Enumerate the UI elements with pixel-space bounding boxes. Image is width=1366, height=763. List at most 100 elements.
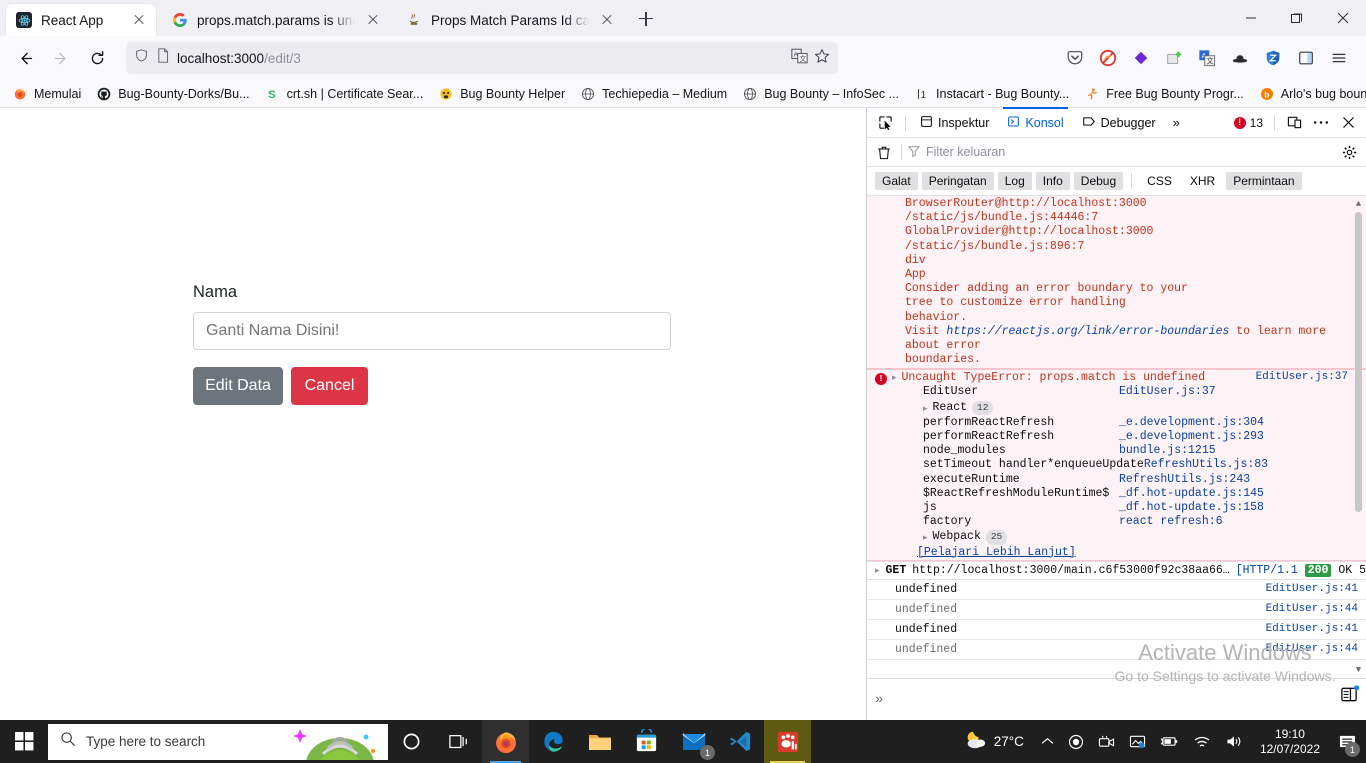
volume-icon[interactable] — [1218, 720, 1250, 763]
weather-widget[interactable]: 27°C — [957, 729, 1034, 754]
menu-icon[interactable] — [1324, 43, 1354, 73]
bookmark-item[interactable]: Free Bug Bounty Progr... — [1078, 84, 1250, 104]
console-log-row[interactable]: undefined EditUser.js:41 — [867, 620, 1366, 640]
star-icon[interactable] — [814, 48, 830, 69]
bookmark-item[interactable]: 1 Instacart - Bug Bounty... — [908, 84, 1075, 104]
log-source-link[interactable]: EditUser.js:44 — [1266, 643, 1358, 655]
stack-frame-loc[interactable]: _e.development.js:304 — [1119, 416, 1264, 430]
stack-frame-loc[interactable]: RefreshUtils.js:83 — [1144, 458, 1268, 472]
stack-frame-loc[interactable]: _e.development.js:293 — [1119, 430, 1264, 444]
stack-frame-loc[interactable]: _df.hot-update.js:158 — [1119, 501, 1264, 515]
stack-group-webpack[interactable]: ▸ Webpack 25 — [923, 529, 1348, 545]
firefox-taskbar-icon[interactable] — [482, 720, 529, 763]
learn-more-link[interactable]: [Pelajari Lebih Lanjut] — [917, 546, 1076, 559]
filter-permintaan[interactable]: Permintaan — [1226, 172, 1302, 190]
browser-tab-2[interactable]: Props Match Params Id can't be — [396, 4, 624, 36]
notification-icon[interactable]: 1 — [1330, 720, 1364, 763]
expand-twisty-icon[interactable]: ▸ — [923, 531, 928, 545]
screenshot-icon[interactable] — [1122, 720, 1153, 763]
bookmark-item[interactable]: Scrt.sh | Certificate Sear... — [259, 84, 430, 104]
error-count-badge[interactable]: ! 13 — [1230, 116, 1267, 130]
stack-frame-loc[interactable]: RefreshUtils.js:243 — [1119, 473, 1250, 487]
close-icon[interactable] — [364, 11, 382, 29]
new-tab-button[interactable] — [630, 4, 662, 34]
tab-konsol[interactable]: Konsol — [999, 107, 1071, 137]
more-tabs-button[interactable]: » — [1166, 115, 1187, 130]
filter-galat[interactable]: Galat — [875, 172, 918, 190]
hat-icon[interactable] — [1225, 43, 1255, 73]
console-warning-message[interactable]: BrowserRouter@http://localhost:3000 /sta… — [867, 196, 1366, 370]
close-icon[interactable] — [598, 11, 616, 29]
restore-icon[interactable] — [1274, 0, 1320, 36]
show-hidden-icons-chevron[interactable] — [1034, 720, 1061, 763]
app-taskbar-icon[interactable] — [764, 720, 811, 763]
tab-debugger[interactable]: Debugger — [1074, 108, 1164, 137]
stack-frame[interactable]: performReactRefresh _e.development.js:304 — [923, 416, 1348, 430]
bookmark-item[interactable]: Bug-Bounty-Dorks/Bu... — [90, 84, 255, 104]
close-icon[interactable] — [130, 11, 148, 29]
camera-icon[interactable] — [1091, 720, 1122, 763]
purple-diamond-icon[interactable] — [1126, 43, 1156, 73]
filter-peringatan[interactable]: Peringatan — [921, 172, 994, 190]
expand-twisty-icon[interactable]: ▸ — [923, 402, 928, 416]
filter-css[interactable]: CSS — [1140, 172, 1179, 190]
console-log-row[interactable]: undefined EditUser.js:44 — [867, 640, 1366, 660]
edit-data-button[interactable]: Edit Data — [193, 367, 283, 405]
battery-icon[interactable] — [1153, 720, 1186, 763]
bookmark-item[interactable]: Techiepedia – Medium — [574, 84, 733, 104]
stack-frame-loc[interactable]: _df.hot-update.js:145 — [1119, 487, 1264, 501]
stack-group-react[interactable]: ▸ React 12 — [923, 400, 1348, 416]
reload-icon[interactable] — [80, 42, 114, 74]
console-output[interactable]: BrowserRouter@http://localhost:3000 /sta… — [867, 196, 1366, 678]
scrollbar-thumb[interactable] — [1355, 212, 1362, 512]
cancel-button[interactable]: Cancel — [291, 367, 368, 405]
sidebar-icon[interactable] — [1291, 43, 1321, 73]
console-error-message[interactable]: ! ▸ Uncaught TypeError: props.match is u… — [867, 369, 1366, 561]
back-arrow-icon[interactable] — [8, 42, 42, 74]
log-source-link[interactable]: EditUser.js:41 — [1266, 583, 1358, 595]
shield-icon[interactable] — [134, 48, 149, 68]
console-log-row[interactable]: undefined EditUser.js:41 — [867, 580, 1366, 600]
bookmark-item[interactable]: Bug Bounty – InfoSec ... — [736, 84, 905, 104]
stack-frame[interactable]: js _df.hot-update.js:158 — [923, 501, 1348, 515]
console-network-message[interactable]: ▸ GET http://localhost:3000/main.c6f5300… — [867, 560, 1366, 580]
filter-debug[interactable]: Debug — [1073, 172, 1124, 190]
console-input-row[interactable]: » — [867, 678, 1366, 720]
element-picker-icon[interactable] — [871, 110, 899, 136]
more-options-icon[interactable] — [1309, 111, 1333, 135]
microsoft-store-taskbar-icon[interactable] — [623, 720, 670, 763]
expand-twisty-icon[interactable]: ▸ — [892, 373, 897, 383]
settings-gear-icon[interactable] — [1338, 141, 1360, 163]
scroll-up-arrow-icon[interactable]: ▲ — [1353, 198, 1364, 210]
split-console-icon[interactable] — [1340, 685, 1360, 705]
add-extension-icon[interactable] — [1159, 43, 1189, 73]
filter-log[interactable]: Log — [997, 172, 1032, 190]
minimize-icon[interactable] — [1228, 0, 1274, 36]
name-input[interactable] — [193, 312, 671, 350]
search-input[interactable]: Type here to search — [48, 723, 388, 760]
translate-extension-icon[interactable]: A文 — [1192, 43, 1222, 73]
stack-frame-loc[interactable]: EditUser.js:37 — [1119, 385, 1216, 399]
bookmark-item[interactable]: Bug Bounty Helper — [432, 84, 571, 104]
browser-tab-1[interactable]: props.match.params is undefine — [162, 4, 390, 36]
console-log-row[interactable]: undefined EditUser.js:44 — [867, 600, 1366, 620]
close-icon[interactable] — [1320, 0, 1366, 36]
vscode-taskbar-icon[interactable] — [717, 720, 764, 763]
stack-frame[interactable]: $ReactRefreshModuleRuntime$ _df.hot-updat… — [923, 487, 1348, 501]
stack-frame[interactable]: node_modules bundle.js:1215 — [923, 444, 1348, 458]
stack-frame[interactable]: factory react refresh:6 — [923, 515, 1348, 529]
zenmate-shield-icon[interactable] — [1258, 43, 1288, 73]
filter-info[interactable]: Info — [1035, 172, 1070, 190]
responsive-design-icon[interactable] — [1282, 111, 1306, 135]
browser-tab-0[interactable]: React App — [6, 4, 156, 36]
taskbar-clock[interactable]: 19:10 12/07/2022 — [1250, 727, 1330, 757]
tab-inspektur[interactable]: Inspektur — [912, 108, 997, 137]
adblock-icon[interactable] — [1093, 43, 1123, 73]
stack-frame[interactable]: setTimeout handler*enqueueUpdate RefreshU… — [923, 458, 1348, 472]
cortana-icon[interactable] — [388, 720, 435, 763]
stack-frame-loc[interactable]: bundle.js:1215 — [1119, 444, 1216, 458]
log-source-link[interactable]: EditUser.js:41 — [1266, 623, 1358, 635]
edge-taskbar-icon[interactable] — [529, 720, 576, 763]
pocket-icon[interactable] — [1060, 43, 1090, 73]
bookmark-item[interactable]: Memulai — [6, 84, 87, 104]
